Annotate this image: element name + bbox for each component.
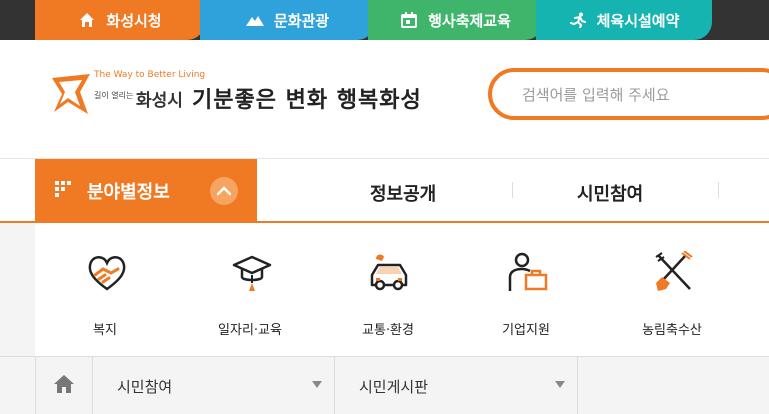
breadcrumb-label: 시민참여 (117, 378, 173, 396)
tab-label: 행사축제교육 (428, 11, 511, 30)
logo-tagline: The Way to Better Living (94, 70, 206, 80)
tab-events-festival[interactable]: 행사축제교육 (368, 0, 543, 40)
car-icon (368, 251, 412, 295)
breadcrumb: 시민참여 시민게시판 (0, 356, 769, 414)
tab-sports-reservation[interactable]: 체육시설예약 (536, 0, 712, 40)
heart-handshake-icon (85, 251, 129, 295)
category-business-support[interactable]: 기업지원 (466, 223, 586, 356)
category-jobs-education[interactable]: 일자리·교육 (190, 223, 310, 356)
graduation-cap-icon (230, 251, 274, 295)
top-tab-bar: 화성시청 문화관광 행사축제교육 체육시설예약 (0, 0, 769, 40)
runner-icon (569, 11, 587, 29)
slogan: 기분좋은 변화 행복화성 (192, 87, 422, 113)
nav-separator (512, 182, 513, 198)
category-label: 복지 (93, 323, 117, 338)
site-logo[interactable]: The Way to Better Living 길이 열리는 화성시 기분좋은… (50, 70, 421, 120)
tab-label: 체육시설예약 (596, 11, 680, 30)
search-input[interactable] (520, 82, 764, 108)
mountain-icon (245, 11, 264, 29)
calendar-icon (400, 11, 418, 29)
tab-culture-tourism[interactable]: 문화관광 (200, 0, 375, 40)
nav-citizen-participation[interactable]: 시민참여 (577, 180, 643, 206)
caret-down-icon (312, 381, 322, 388)
caret-down-icon (555, 381, 565, 388)
category-label: 농림축수산 (642, 323, 702, 338)
breadcrumb-label: 시민게시판 (359, 378, 429, 396)
chevron-up-icon[interactable] (210, 177, 238, 205)
category-traffic-environment[interactable]: 교통·환경 (328, 223, 448, 356)
home-icon (53, 374, 75, 398)
category-agriculture-fishery[interactable]: 농림축수산 (612, 223, 732, 356)
category-label: 기업지원 (502, 323, 550, 338)
nav-separator (718, 182, 719, 198)
logo-small-text: 길이 열리는 (94, 91, 134, 100)
category-label: 일자리·교육 (218, 323, 282, 338)
tab-label: 화성시청 (106, 11, 162, 30)
category-menu-button[interactable]: 분야별정보 (35, 159, 257, 222)
shovel-fork-icon (652, 250, 696, 295)
logo-name: 화성시 (136, 91, 183, 111)
category-welfare[interactable]: 복지 (45, 223, 165, 356)
grid-icon (55, 180, 75, 201)
tab-label: 문화관광 (273, 11, 330, 30)
nav-info-disclosure[interactable]: 정보공개 (370, 180, 436, 206)
category-label: 교통·환경 (362, 323, 414, 338)
category-list: 복지 일자리·교육 교통·환경 기업지원 농림축수산 (35, 223, 769, 356)
search-box (488, 68, 769, 120)
businessman-icon (506, 251, 550, 295)
category-panel: 복지 일자리·교육 교통·환경 기업지원 농림축수산 (0, 223, 769, 356)
breadcrumb-select-level1[interactable]: 시민참여 (93, 357, 335, 414)
tab-hwaseong-city[interactable]: 화성시청 (35, 0, 205, 40)
home-icon (78, 11, 96, 29)
breadcrumb-select-level2[interactable]: 시민게시판 (335, 357, 578, 414)
breadcrumb-home[interactable] (35, 357, 93, 414)
category-menu-label: 분야별정보 (87, 181, 170, 203)
logo-star-icon (50, 72, 92, 120)
